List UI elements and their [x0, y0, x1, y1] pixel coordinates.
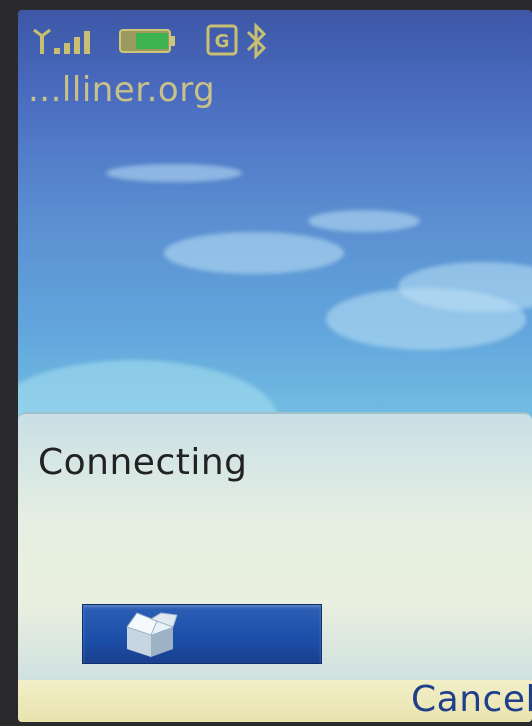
wallpaper-cloud — [308, 210, 420, 232]
bluetooth-icon — [246, 22, 267, 60]
connection-progress-bar — [82, 604, 322, 664]
signal-strength-icon — [33, 28, 90, 54]
battery-icon — [119, 29, 175, 53]
package-box-icon — [126, 612, 178, 657]
gprs-icon: G — [206, 24, 238, 56]
wallpaper-cloud — [164, 232, 344, 274]
connecting-dialog: Connecting — [18, 412, 532, 682]
cancel-softkey[interactable]: Cancel — [411, 679, 532, 720]
wallpaper-cloud — [106, 164, 242, 182]
svg-text:G: G — [215, 31, 230, 52]
softkey-bar: Cancel — [18, 679, 532, 722]
phone-screen: G ...lliner.org Connecting Cancel — [18, 10, 532, 722]
dialog-title: Connecting — [38, 442, 248, 483]
status-bar: G — [18, 10, 532, 66]
page-url: ...lliner.org — [28, 70, 216, 110]
wallpaper-cloud — [326, 288, 526, 350]
